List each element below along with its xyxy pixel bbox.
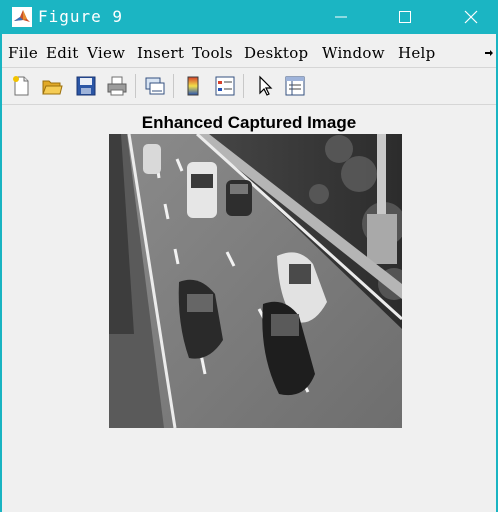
menu-bar: File Edit View Insert Tools Desktop Wind… [2, 40, 496, 66]
print-button[interactable] [104, 73, 130, 99]
save-icon [76, 76, 96, 96]
matlab-logo-icon [12, 7, 32, 27]
menu-window[interactable]: Window [322, 44, 385, 62]
window-title: Figure 9 [38, 7, 124, 26]
property-inspector-button[interactable] [282, 73, 308, 99]
open-file-button[interactable] [39, 73, 65, 99]
close-icon [464, 10, 478, 24]
menu-desktop[interactable]: Desktop [244, 44, 308, 62]
open-file-icon [42, 80, 63, 95]
menu-edit[interactable]: Edit [46, 44, 79, 62]
menu-insert[interactable]: Insert [137, 44, 184, 62]
new-figure-button[interactable] [8, 73, 34, 99]
print-icon [107, 76, 127, 96]
link-figure-button[interactable] [142, 73, 168, 99]
insert-legend-icon [215, 76, 235, 96]
menu-tools[interactable]: Tools [192, 44, 233, 62]
menu-separator [2, 67, 496, 68]
save-button[interactable] [73, 73, 99, 99]
link-figure-icon [145, 77, 165, 95]
minimize-icon [335, 16, 347, 18]
insert-legend-button[interactable] [212, 73, 238, 99]
figure-window: Figure 9 File Edit View Insert Tools Des… [0, 0, 498, 512]
close-button[interactable] [448, 0, 494, 34]
menubar-dock-arrow-icon[interactable] [484, 46, 494, 58]
toolbar-separator [173, 74, 174, 98]
title-bar[interactable]: Figure 9 [0, 0, 498, 34]
enhanced-image [109, 134, 402, 428]
insert-colorbar-icon [187, 76, 199, 96]
insert-colorbar-button[interactable] [180, 73, 206, 99]
traffic-photo-image [109, 134, 402, 428]
menu-help[interactable]: Help [398, 44, 436, 62]
minimize-button[interactable] [318, 0, 364, 34]
toolbar-separator [243, 74, 244, 98]
toolbar-separator-line [2, 104, 496, 105]
maximize-button[interactable] [382, 0, 428, 34]
menu-view[interactable]: View [87, 44, 125, 62]
property-inspector-icon [285, 76, 305, 96]
edit-plot-button[interactable] [252, 73, 278, 99]
new-figure-icon [13, 76, 29, 96]
edit-plot-arrow-icon [259, 75, 273, 96]
maximize-icon [399, 11, 411, 23]
figure-title: Enhanced Captured Image [141, 113, 357, 132]
menu-file[interactable]: File [8, 44, 38, 62]
toolbar-separator [135, 74, 136, 98]
figure-toolbar [2, 69, 496, 103]
